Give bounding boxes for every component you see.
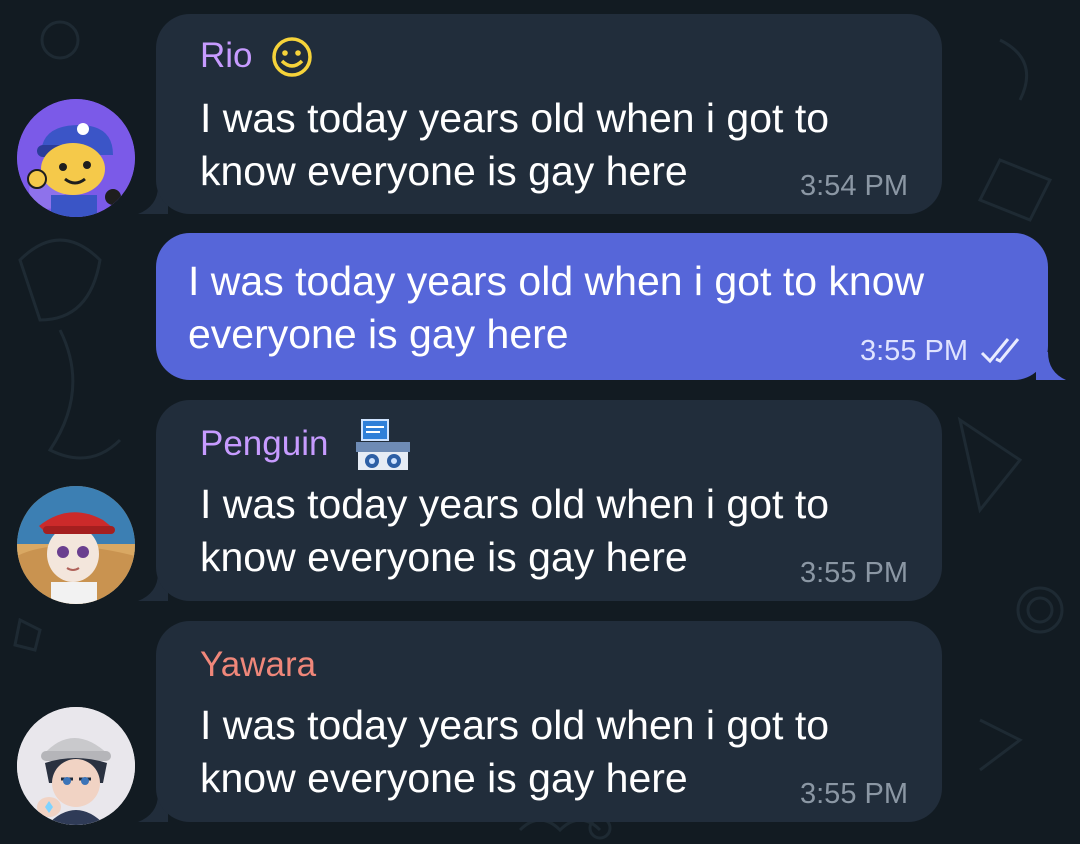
- rio-avatar-icon: [17, 99, 135, 217]
- message-text-line: I was today years old when i got to: [200, 481, 830, 527]
- message-time: 3:55 PM: [800, 557, 908, 589]
- message-text-line: everyone is gay here: [188, 311, 569, 357]
- smiley-face-emoji-icon: [272, 37, 312, 77]
- sender-name[interactable]: Yawara: [200, 645, 316, 685]
- message-time: 3:54 PM: [800, 170, 908, 202]
- avatar-rio[interactable]: [17, 99, 135, 217]
- message-text-line: I was today years old when i got to: [200, 95, 830, 141]
- message-text-line: know everyone is gay here: [200, 148, 688, 194]
- sender-name[interactable]: Penguin: [200, 424, 328, 464]
- message-text-line: know everyone is gay here: [200, 534, 688, 580]
- message-bubble-incoming[interactable]: Penguin I was today years old when i got…: [156, 400, 942, 601]
- avatar-yawara[interactable]: [17, 707, 135, 825]
- message-bubble-incoming[interactable]: Rio I was today years old when i got to …: [156, 14, 942, 214]
- message-bubble-incoming[interactable]: Yawara I was today years old when i got …: [156, 621, 942, 822]
- double-check-icon: [980, 338, 1020, 364]
- sender-name[interactable]: Rio: [200, 36, 253, 76]
- message-time: 3:55 PM: [800, 778, 908, 810]
- message-time: 3:55 PM: [860, 335, 968, 367]
- message-bubble-outgoing[interactable]: I was today years old when i got to know…: [156, 233, 1048, 380]
- avatar-penguin[interactable]: [17, 486, 135, 604]
- message-text-line: I was today years old when i got to know: [188, 258, 925, 304]
- computer-machine-emoji-icon: [356, 419, 410, 470]
- message-text-line: I was today years old when i got to: [200, 702, 830, 748]
- message-text-line: know everyone is gay here: [200, 755, 688, 801]
- yawara-avatar-icon: [17, 707, 135, 825]
- penguin-avatar-icon: [17, 486, 135, 604]
